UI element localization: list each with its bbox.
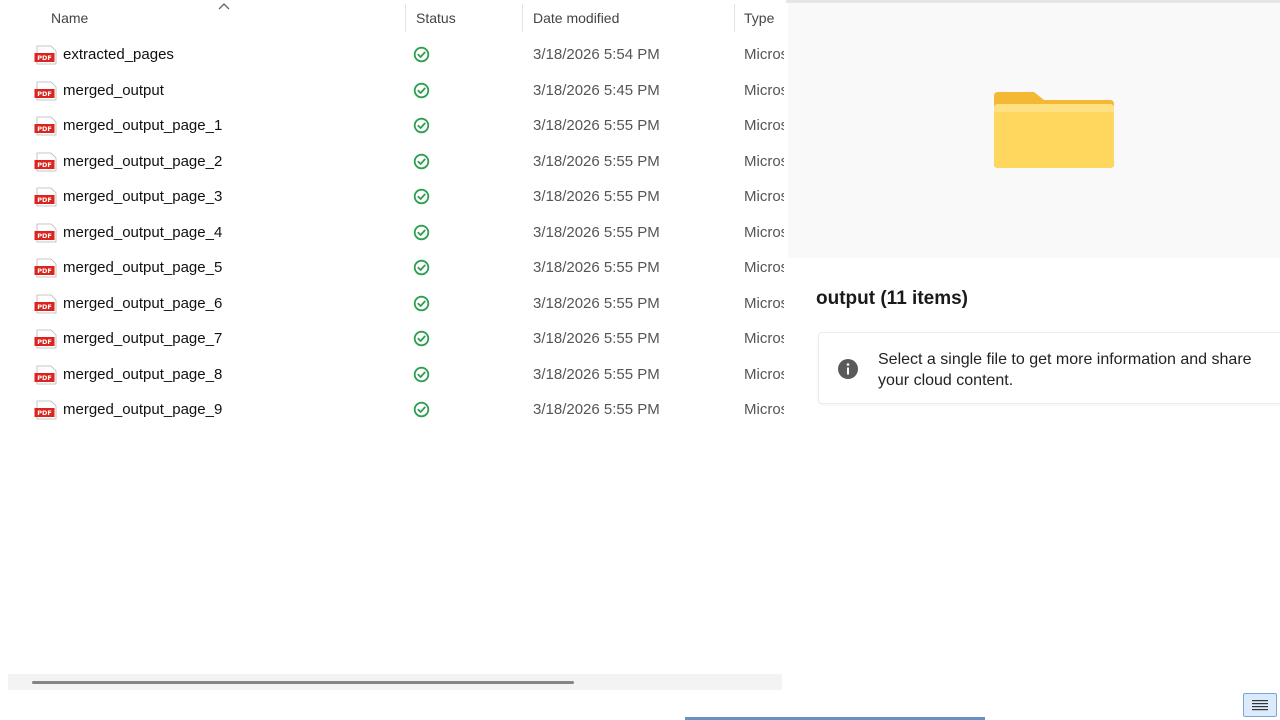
horizontal-scrollbar[interactable] <box>8 674 782 690</box>
pdf-icon: PDF <box>34 187 57 207</box>
svg-text:PDF: PDF <box>37 54 52 62</box>
synced-check-icon <box>413 117 430 134</box>
date-modified: 3/18/2026 5:55 PM <box>533 294 660 312</box>
pdf-icon: PDF <box>34 45 57 65</box>
date-modified: 3/18/2026 5:45 PM <box>533 81 660 99</box>
file-name: merged_output_page_5 <box>63 259 223 276</box>
column-divider[interactable] <box>405 4 406 32</box>
date-modified: 3/18/2026 5:55 PM <box>533 223 660 241</box>
svg-text:PDF: PDF <box>37 409 52 417</box>
info-icon <box>838 359 858 379</box>
date-modified: 3/18/2026 5:55 PM <box>533 401 660 418</box>
file-row[interactable]: PDF extracted_pages 3/18/2026 5:54 PM Micro… <box>0 37 786 72</box>
column-header-status[interactable]: Status <box>416 0 456 36</box>
file-row[interactable]: PDF merged_output_page_9 3/18/2026 5:55 PM… <box>0 392 786 427</box>
pdf-icon: PDF <box>34 223 57 242</box>
svg-text:PDF: PDF <box>37 232 52 240</box>
synced-check-icon <box>413 401 430 418</box>
synced-check-icon <box>413 224 430 240</box>
svg-text:PDF: PDF <box>37 90 52 98</box>
file-type: Microsoft Edge PDF Document <box>744 294 784 312</box>
pdf-icon: PDF <box>34 329 57 349</box>
file-type: Microsoft Edge PDF Document <box>744 81 784 99</box>
file-name: merged_output_page_2 <box>63 152 223 170</box>
file-type: Microsoft Edge PDF Document <box>744 223 784 241</box>
file-type: Microsoft Edge PDF Document <box>744 365 784 383</box>
file-row[interactable]: PDF merged_output_page_1 3/18/2026 5:55 PM… <box>0 108 786 143</box>
file-row[interactable]: PDF merged_output_page_8 3/18/2026 5:55 PM… <box>0 357 786 392</box>
date-modified: 3/18/2026 5:55 PM <box>533 330 660 347</box>
synced-check-icon <box>413 295 430 311</box>
pdf-icon: PDF <box>34 365 57 384</box>
file-name: merged_output_page_9 <box>63 401 223 418</box>
file-type: Microsoft Edge PDF Document <box>744 152 784 170</box>
scrollbar-thumb[interactable] <box>32 681 574 684</box>
preview-area <box>788 3 1280 258</box>
sort-ascending-icon <box>218 3 230 10</box>
column-header-date-modified[interactable]: Date modified <box>533 0 619 36</box>
file-name: merged_output <box>63 81 164 99</box>
date-modified: 3/18/2026 5:55 PM <box>533 259 660 276</box>
pdf-icon: PDF <box>34 81 57 100</box>
info-card: Select a single file to get more informa… <box>818 332 1280 404</box>
pdf-icon: PDF <box>34 400 57 420</box>
info-message: Select a single file to get more informa… <box>878 351 1252 389</box>
file-name: merged_output_page_6 <box>63 294 223 312</box>
svg-text:PDF: PDF <box>37 303 52 311</box>
synced-check-icon <box>413 46 430 63</box>
file-row[interactable]: PDF merged_output_page_7 3/18/2026 5:55 PM… <box>0 321 786 356</box>
svg-text:PDF: PDF <box>37 196 52 204</box>
details-view-button[interactable] <box>1243 693 1277 717</box>
file-list-pane: Name Status Date modified Type PDF extrac… <box>0 0 786 720</box>
svg-text:PDF: PDF <box>37 338 52 346</box>
status-bar <box>0 690 1280 720</box>
svg-text:PDF: PDF <box>37 374 52 382</box>
file-row[interactable]: PDF merged_output_page_4 3/18/2026 5:55 PM… <box>0 215 786 250</box>
date-modified: 3/18/2026 5:55 PM <box>533 188 660 205</box>
date-modified: 3/18/2026 5:55 PM <box>533 117 660 134</box>
synced-check-icon <box>413 366 430 382</box>
file-type: Microsoft Edge PDF Document <box>744 259 784 276</box>
synced-check-icon <box>413 188 430 205</box>
column-header-name[interactable]: Name <box>51 0 88 36</box>
file-row[interactable]: PDF merged_output_page_2 3/18/2026 5:55 PM… <box>0 144 786 179</box>
file-row[interactable]: PDF merged_output_page_5 3/18/2026 5:55 PM… <box>0 250 786 285</box>
synced-check-icon <box>413 82 430 98</box>
file-row[interactable]: PDF merged_output_page_6 3/18/2026 5:55 PM… <box>0 286 786 321</box>
pdf-icon: PDF <box>34 116 57 136</box>
date-modified: 3/18/2026 5:55 PM <box>533 365 660 383</box>
file-name: merged_output_page_4 <box>63 223 223 241</box>
file-row[interactable]: PDF merged_output_page_3 3/18/2026 5:55 PM… <box>0 179 786 214</box>
synced-check-icon <box>413 330 430 347</box>
file-type: Microsoft Edge PDF Document <box>744 188 784 205</box>
file-name: merged_output_page_8 <box>63 365 223 383</box>
pdf-icon: PDF <box>34 294 57 313</box>
date-modified: 3/18/2026 5:55 PM <box>533 152 660 170</box>
file-type: Microsoft Edge PDF Document <box>744 46 784 63</box>
file-name: merged_output_page_1 <box>63 117 223 134</box>
file-name: extracted_pages <box>63 46 174 63</box>
svg-text:PDF: PDF <box>37 125 52 133</box>
details-title: output (11 items) <box>816 288 969 309</box>
file-name: merged_output_page_7 <box>63 330 223 347</box>
file-row[interactable]: PDF merged_output 3/18/2026 5:45 PM Microso… <box>0 73 786 108</box>
details-pane: output (11 items) Select a single file t… <box>786 0 1280 720</box>
column-header-row: Name Status Date modified Type <box>0 0 786 36</box>
file-type: Microsoft Edge PDF Document <box>744 117 784 134</box>
svg-text:PDF: PDF <box>37 267 52 275</box>
pdf-icon: PDF <box>34 152 57 171</box>
file-name: merged_output_page_3 <box>63 188 223 205</box>
date-modified: 3/18/2026 5:54 PM <box>533 46 660 63</box>
pdf-icon: PDF <box>34 258 57 278</box>
column-divider[interactable] <box>734 4 735 32</box>
column-header-type[interactable]: Type <box>744 0 774 36</box>
file-type: Microsoft Edge PDF Document <box>744 330 784 347</box>
file-type: Microsoft Edge PDF Document <box>744 401 784 418</box>
column-divider[interactable] <box>522 4 523 32</box>
details-view-icon <box>1252 700 1268 711</box>
synced-check-icon <box>413 259 430 276</box>
svg-text:PDF: PDF <box>37 161 52 169</box>
synced-check-icon <box>413 153 430 169</box>
folder-icon <box>994 92 1114 168</box>
